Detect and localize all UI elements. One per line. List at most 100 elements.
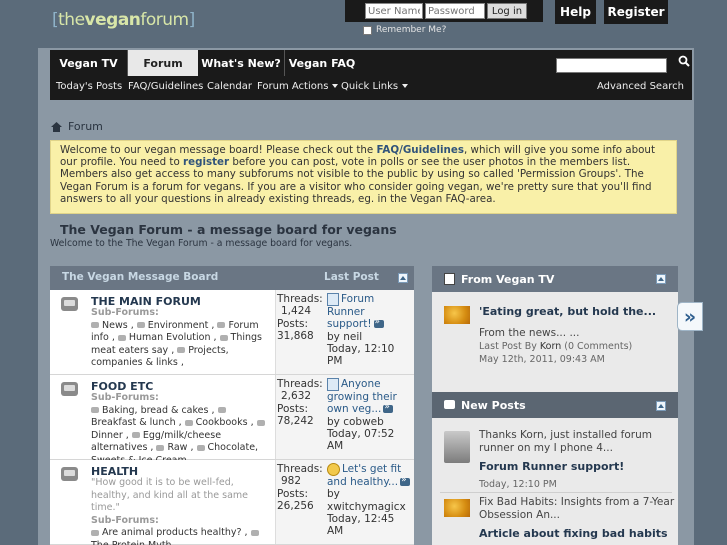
collapse-icon[interactable] [656,274,666,284]
password-input[interactable] [425,3,485,19]
post-icon [327,293,339,306]
chevron-down-icon [402,84,409,88]
subforum-link[interactable]: Raw [156,442,187,453]
board-header: The Vegan Message Board Last Post [50,266,414,290]
home-icon[interactable] [51,121,62,132]
subnav-quick-links[interactable]: Quick Links [341,81,409,92]
navbar: Vegan TV Forum What's New? Vegan FAQ Tod… [50,50,692,100]
subforum-link[interactable]: Cookbooks [185,417,248,428]
subforum-list: "How good it is to be well-fed, healthy,… [91,477,273,545]
document-icon [444,273,455,285]
register-button[interactable]: Register [604,0,668,24]
forum-stats: Threads: 982 Posts: 26,256 [277,463,323,512]
subforum-link[interactable]: Human Evolution [118,332,211,343]
thread-count: 2,632 [281,390,312,403]
last-post-header: Last Post [324,271,379,283]
last-post-info: Let's get fit and healthy...by xwitchyma… [327,463,412,537]
username-input[interactable] [365,3,423,19]
board-title[interactable]: The Vegan Message Board [62,271,218,283]
login-form: Log in [345,0,543,22]
comments-count[interactable]: (0 Comments) [564,341,632,352]
post-count: 26,256 [277,499,314,512]
message-board: The Vegan Message Board Last Post THE MA… [50,266,414,545]
forum-row: THE MAIN FORUM Sub-Forums: News , Environm… [50,290,414,375]
divider [440,492,672,493]
forum-row: FOOD ETC Sub-Forums: Baking, bread & cakes… [50,375,414,466]
new-post-title[interactable]: Article about fixing bad habits [479,527,668,540]
go-to-last-post-icon[interactable] [400,474,411,486]
vegan-tv-author[interactable]: Korn [540,341,561,352]
last-post-info: Forum Runner support!by neilToday, 12:10… [327,293,412,367]
subnav-forum-actions[interactable]: Forum Actions [257,81,339,92]
vegan-tv-excerpt: From the news... ... [479,327,580,339]
last-post-date: Today, [327,342,361,355]
double-chevron-right-icon: » [683,305,697,328]
breadcrumb: Forum [51,120,103,133]
new-posts-panel: New Posts Thanks Korn, just installed fo… [432,392,678,545]
subforum-link[interactable]: News [91,320,128,331]
new-post-date: Today, 12:10 PM [479,479,557,490]
avatar[interactable] [444,431,470,463]
faq-guidelines-link[interactable]: FAQ/Guidelines [377,144,465,156]
register-link[interactable]: register [183,156,229,168]
tab-forum[interactable]: Forum [128,50,198,76]
subforum-link[interactable]: Are animal products healthy? [91,527,242,538]
search-icon[interactable] [678,55,690,67]
video-thumbnail[interactable] [444,306,470,324]
chevron-down-icon [332,84,339,88]
subnav-faq-guidelines[interactable]: FAQ/Guidelines [128,81,203,92]
last-post-author[interactable]: cobweb [343,416,384,428]
side-panel-toggle[interactable]: » [677,302,703,331]
vegan-tv-last-post: Last Post By Korn (0 Comments) [479,341,633,352]
go-to-last-post-icon[interactable] [383,401,394,414]
vegan-tv-date: May 12th, 2011, 09:43 AM [479,354,605,365]
collapse-icon[interactable] [656,401,666,411]
remember-me-checkbox[interactable]: Remember Me? [363,25,446,35]
forum-status-icon [61,467,78,481]
tab-vegan-tv[interactable]: Vegan TV [50,50,128,76]
tab-vegan-faq[interactable]: Vegan FAQ [285,50,359,76]
login-button[interactable]: Log in [487,3,527,19]
subforums-label: Sub-Forums: [91,514,159,526]
last-post-info: Anyone growing their own veg...by cobweb… [327,378,412,452]
last-post-date: Today, [327,512,361,525]
forum-stats: Threads: 1,424 Posts: 31,868 [277,293,323,342]
forum-info: HEALTH "How good it is to be well-fed, he… [50,460,276,545]
post-thumbnail[interactable] [444,499,470,517]
new-posts-header: New Posts [432,392,678,418]
thread-count: 1,424 [281,305,312,318]
help-button[interactable]: Help [555,0,596,24]
smiley-icon [327,463,340,476]
go-to-last-post-icon[interactable] [373,316,384,329]
forum-info: THE MAIN FORUM Sub-Forums: News , Environm… [50,290,276,374]
search-input[interactable] [556,58,667,73]
checkbox-icon[interactable] [363,25,372,35]
subforum-link[interactable]: Environment [137,320,209,331]
new-post-title[interactable]: Forum Runner support! [479,460,624,473]
forum-stats: Threads: 2,632 Posts: 78,242 [277,378,323,427]
subforums-label: Sub-Forums: [91,307,159,318]
sub-navbar: Today's Posts FAQ/Guidelines Calendar Fo… [50,78,692,98]
advanced-search-link[interactable]: Advanced Search [597,81,684,92]
subforums-label: Sub-Forums: [91,392,159,403]
tab-whats-new[interactable]: What's New? [198,50,285,76]
breadcrumb-forum[interactable]: Forum [68,120,103,133]
last-post-author[interactable]: neil [343,331,362,343]
top-bar: [theveganforum] Log in Remember Me? Help… [0,0,727,48]
last-post-date: Today, [327,427,361,440]
new-post-excerpt: Thanks Korn, just installed forum runner… [479,429,653,454]
post-count: 78,242 [277,414,314,427]
main-content: Vegan TV Forum What's New? Vegan FAQ Tod… [38,48,694,545]
forum-info: FOOD ETC Sub-Forums: Baking, bread & cakes… [50,375,276,466]
subnav-calendar[interactable]: Calendar [207,81,252,92]
last-post-author[interactable]: xwitchymagicx [327,501,406,513]
collapse-icon[interactable] [398,273,408,283]
subnav-todays-posts[interactable]: Today's Posts [56,81,122,92]
vegan-tv-item-title[interactable]: 'Eating great, but hold the... [479,305,656,318]
forum-row: HEALTH "How good it is to be well-fed, he… [50,460,414,545]
site-logo[interactable]: [theveganforum] [52,10,195,30]
subforum-link[interactable]: Baking, bread & cakes [91,405,208,416]
subforum-list: Sub-Forums: Baking, bread & cakes , Break… [91,392,273,467]
welcome-notice: Welcome to our vegan message board! Plea… [50,140,677,214]
vegan-tv-header: From Vegan TV [432,266,678,292]
